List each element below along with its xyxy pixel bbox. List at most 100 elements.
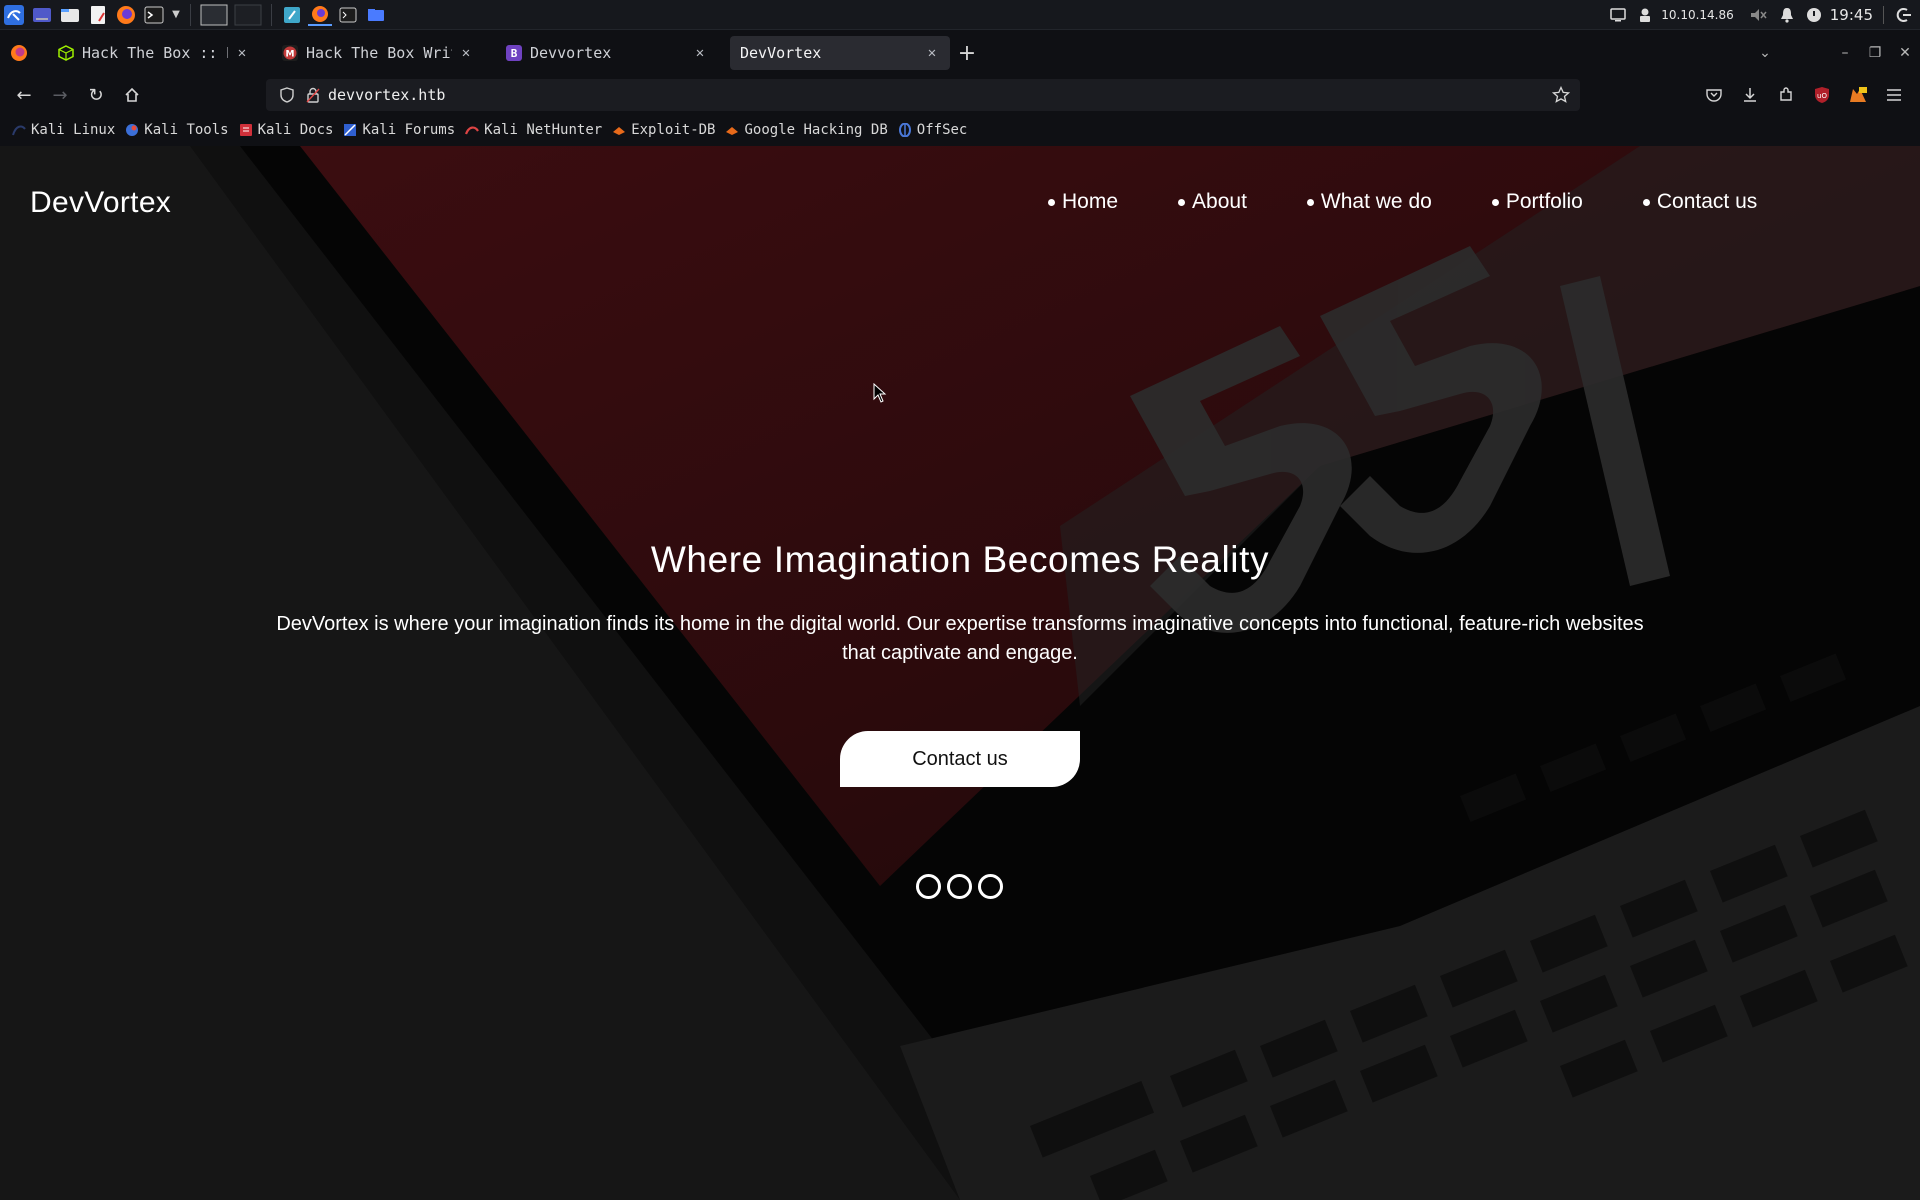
nav-label: Portfolio: [1505, 190, 1583, 213]
bullet-icon: [1048, 198, 1055, 206]
terminal-launcher-icon[interactable]: [142, 4, 166, 26]
nav-label: What we do: [1320, 190, 1432, 213]
new-tab-button[interactable]: +: [950, 36, 984, 70]
svg-text:uO: uO: [1817, 92, 1827, 100]
browser-tab-strip: Hack The Box :: Hack ✕ M Hack The Box Wr…: [0, 30, 1920, 76]
site-logo[interactable]: DevVortex: [30, 186, 171, 220]
bookmark-label: Kali NetHunter: [484, 122, 603, 138]
home-button[interactable]: [114, 79, 150, 111]
close-tab-icon[interactable]: ✕: [458, 45, 474, 61]
chevron-down-icon[interactable]: ▼: [170, 4, 182, 26]
pocket-icon[interactable]: [1696, 79, 1732, 111]
bookmarks-toolbar: Kali Linux Kali Tools Kali Docs Kali For…: [0, 114, 1920, 146]
bootstrap-icon: B: [506, 45, 522, 61]
vpn-ip-address: 10.10.14.86: [1661, 8, 1734, 22]
logout-icon[interactable]: [1892, 7, 1916, 23]
power-status-icon[interactable]: [1802, 7, 1826, 23]
nav-link-about[interactable]: About: [1178, 190, 1247, 214]
lock-icon[interactable]: [306, 87, 320, 103]
bookmark-label: Google Hacking DB: [744, 122, 888, 138]
kali-menu-icon[interactable]: [2, 4, 26, 26]
workspace-2-icon[interactable]: [233, 4, 263, 26]
bookmark-kali-nethunter[interactable]: Kali NetHunter: [465, 122, 602, 138]
text-editor-icon[interactable]: [86, 4, 110, 26]
nav-link-home[interactable]: Home: [1048, 190, 1118, 214]
firefox-launcher-icon[interactable]: [114, 4, 138, 26]
carousel-indicator[interactable]: [947, 874, 972, 899]
bullet-icon: [1642, 198, 1650, 206]
close-window-icon[interactable]: ✕: [1890, 45, 1920, 61]
webpage-viewport: DevVortex Home About What we do Portfoli…: [0, 146, 1920, 1200]
tab-title: Devvortex: [530, 44, 612, 62]
ublock-icon[interactable]: uO: [1804, 79, 1840, 111]
kali-dragon-icon: [12, 123, 26, 137]
tab-title: DevVortex: [740, 44, 822, 62]
display-icon[interactable]: [1603, 8, 1633, 22]
nav-label: About: [1192, 190, 1247, 213]
shield-icon[interactable]: [280, 87, 294, 103]
carousel-indicator[interactable]: [916, 874, 941, 899]
file-manager-icon[interactable]: [58, 4, 82, 26]
bookmark-offsec[interactable]: OffSec: [898, 122, 967, 138]
nav-link-contact[interactable]: Contact us: [1642, 190, 1758, 214]
nav-link-portfolio[interactable]: Portfolio: [1491, 190, 1583, 214]
browser-tab[interactable]: Hack The Box :: Hack ✕: [48, 36, 260, 70]
bookmark-kali-linux[interactable]: Kali Linux: [12, 122, 115, 138]
close-tab-icon[interactable]: ✕: [234, 45, 250, 61]
bookmark-label: Kali Linux: [31, 122, 116, 138]
notification-bell-icon[interactable]: [1772, 7, 1802, 23]
bookmark-label: Exploit-DB: [631, 122, 716, 138]
hero-background-image: [0, 146, 1920, 1200]
list-all-tabs-icon[interactable]: ⌄: [1750, 45, 1780, 61]
volume-muted-icon[interactable]: [1744, 7, 1772, 23]
nav-label: Contact us: [1656, 190, 1758, 213]
workspace-1-icon[interactable]: [199, 4, 229, 26]
bullet-icon: [1306, 198, 1314, 206]
window-controls: ⌄ – ❐ ✕: [1750, 30, 1920, 76]
url-text: devvortex.htb: [328, 86, 446, 104]
bookmark-label: Kali Docs: [257, 122, 334, 138]
close-tab-icon[interactable]: ✕: [692, 45, 708, 61]
system-taskbar: ▼ 10.10.14.86 19:45: [0, 0, 1920, 30]
carousel-indicator[interactable]: [978, 874, 1003, 899]
task-firefox-icon[interactable]: [308, 4, 332, 26]
bookmark-star-icon[interactable]: [1552, 86, 1570, 104]
bookmark-google-hacking-db[interactable]: Google Hacking DB: [725, 122, 888, 138]
browser-tab[interactable]: M Hack The Box Write- ✕: [272, 36, 484, 70]
bullet-icon: [1491, 198, 1499, 206]
svg-text:M: M: [286, 50, 295, 60]
foxyproxy-icon[interactable]: [1840, 79, 1876, 111]
extensions-icon[interactable]: [1768, 79, 1804, 111]
taskbar-divider: [1883, 6, 1884, 24]
show-desktop-icon[interactable]: [30, 4, 54, 26]
reload-button[interactable]: ↻: [78, 79, 114, 111]
tab-title: Hack The Box Write-: [306, 44, 452, 62]
task-terminal-icon[interactable]: [336, 4, 360, 26]
close-tab-icon[interactable]: ✕: [924, 45, 940, 61]
bookmark-exploit-db[interactable]: Exploit-DB: [612, 122, 715, 138]
browser-tab[interactable]: B Devvortex ✕: [496, 36, 718, 70]
hamburger-menu-icon[interactable]: [1876, 79, 1912, 111]
task-app-icon[interactable]: [280, 4, 304, 26]
bookmark-kali-forums[interactable]: Kali Forums: [343, 122, 455, 138]
hero-title: Where Imagination Becomes Reality: [650, 539, 1270, 580]
exploit-db-icon: [612, 123, 626, 137]
bookmark-kali-docs[interactable]: Kali Docs: [239, 122, 334, 138]
vpn-icon[interactable]: [1633, 7, 1657, 23]
firefox-menu-icon[interactable]: [0, 30, 38, 76]
nav-link-what-we-do[interactable]: What we do: [1306, 190, 1432, 214]
minimize-icon[interactable]: –: [1830, 45, 1860, 61]
back-button[interactable]: ←: [6, 79, 42, 111]
offsec-icon: [898, 122, 912, 138]
bookmark-kali-tools[interactable]: Kali Tools: [125, 122, 229, 138]
task-folder-icon[interactable]: [364, 4, 388, 26]
forward-button[interactable]: →: [42, 79, 78, 111]
url-bar[interactable]: devvortex.htb: [266, 79, 1580, 111]
downloads-icon[interactable]: [1732, 79, 1768, 111]
browser-navbar: ← → ↻ devvortex.htb uO: [0, 76, 1920, 114]
restore-icon[interactable]: ❐: [1860, 45, 1890, 61]
contact-us-button[interactable]: Contact us: [840, 731, 1080, 787]
kali-docs-icon: [239, 123, 253, 137]
browser-tab-active[interactable]: DevVortex ✕: [730, 36, 950, 70]
bookmark-label: Kali Tools: [144, 122, 229, 138]
